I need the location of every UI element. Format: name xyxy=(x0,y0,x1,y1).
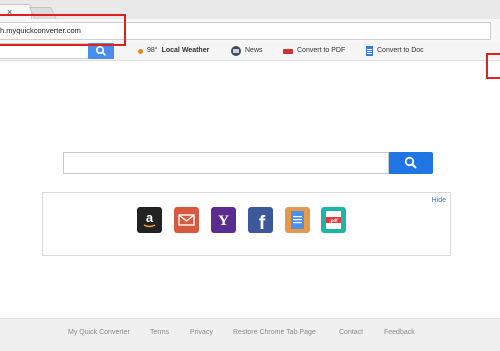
docs-icon[interactable] xyxy=(285,207,310,233)
amazon-icon[interactable]: a xyxy=(137,207,162,233)
quick-links-panel: Hide a Y f .pdf xyxy=(42,192,451,256)
weather-label: Local Weather xyxy=(161,47,210,54)
facebook-logo: f xyxy=(259,213,266,233)
pdf-file-icon: .pdf xyxy=(326,211,341,229)
news-icon xyxy=(231,46,241,56)
footer: My Quick Converter Terms Privacy Restore… xyxy=(0,318,500,351)
menu-highlight-box xyxy=(486,53,500,79)
envelope-icon xyxy=(178,214,195,226)
weather-temp: 98° xyxy=(147,47,158,54)
hide-link[interactable]: Hide xyxy=(432,197,446,204)
footer-link-contact[interactable]: Contact xyxy=(339,329,363,336)
convert-doc-label: Convert to Doc xyxy=(377,47,424,54)
main-search-input[interactable] xyxy=(64,153,392,175)
pdf-app-icon[interactable]: .pdf xyxy=(321,207,346,233)
svg-text:Y: Y xyxy=(218,213,229,229)
convert-to-doc-button[interactable]: Convert to Doc xyxy=(366,44,424,58)
footer-link-my-quick-converter[interactable]: My Quick Converter xyxy=(68,329,130,336)
main-search-button[interactable] xyxy=(389,152,433,174)
yahoo-logo: Y xyxy=(218,213,229,229)
footer-link-terms[interactable]: Terms xyxy=(150,329,169,336)
svg-text:a: a xyxy=(146,210,154,225)
main-search-field[interactable] xyxy=(63,152,392,175)
yahoo-icon[interactable]: Y xyxy=(211,207,236,233)
mail-icon[interactable] xyxy=(174,207,199,233)
footer-link-privacy[interactable]: Privacy xyxy=(190,329,213,336)
document-icon xyxy=(291,211,304,229)
svg-text:f: f xyxy=(259,213,266,233)
convert-pdf-label: Convert to PDF xyxy=(297,47,346,54)
sun-icon xyxy=(138,48,143,54)
pdf-icon xyxy=(283,48,293,54)
convert-to-pdf-button[interactable]: Convert to PDF xyxy=(283,44,345,58)
footer-link-feedback[interactable]: Feedback xyxy=(384,329,415,336)
news-label: News xyxy=(245,47,263,54)
url-highlight-box xyxy=(0,14,126,46)
facebook-icon[interactable]: f xyxy=(248,207,273,233)
news-button[interactable]: News xyxy=(231,44,263,58)
weather-button[interactable]: 98° Local Weather xyxy=(138,44,209,58)
amazon-logo: a xyxy=(143,210,156,228)
svg-text:.pdf: .pdf xyxy=(329,218,338,223)
footer-link-restore-chrome-tab-page[interactable]: Restore Chrome Tab Page xyxy=(233,329,316,336)
search-icon xyxy=(404,156,417,169)
doc-icon xyxy=(366,46,373,56)
